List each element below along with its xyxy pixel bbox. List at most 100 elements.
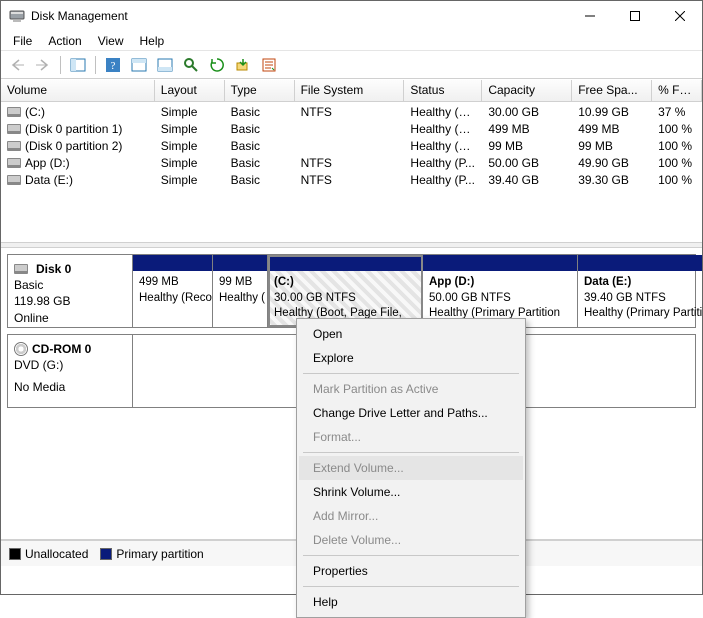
app-icon	[9, 8, 25, 24]
help-button[interactable]: ?	[101, 54, 125, 76]
volume-name: Data (E:)	[25, 173, 73, 187]
col-pctfree[interactable]: % Free	[652, 80, 702, 101]
attach-vhd-button[interactable]	[231, 54, 255, 76]
menu-view[interactable]: View	[90, 32, 132, 50]
disk-row-disk0: Disk 0 Basic 119.98 GB Online 499 MBHeal…	[7, 254, 696, 328]
volume-row[interactable]: (Disk 0 partition 1) Simple Basic Health…	[1, 120, 702, 137]
optical-icon	[14, 342, 28, 356]
volume-row[interactable]: (C:) Simple Basic NTFS Healthy (B... 30.…	[1, 103, 702, 120]
ctx-separator	[303, 452, 519, 453]
media-state: No Media	[14, 379, 126, 395]
partition-stripe	[423, 255, 577, 271]
disk-type: Basic	[14, 277, 126, 293]
show-hide-console-button[interactable]	[66, 54, 90, 76]
ctx-delete-volume[interactable]: Delete Volume...	[299, 528, 523, 552]
ctx-help[interactable]: Help	[299, 590, 523, 614]
settings-top-button[interactable]	[127, 54, 151, 76]
volume-free: 10.99 GB	[572, 105, 652, 119]
volume-name: (Disk 0 partition 2)	[25, 139, 122, 153]
volume-name: (C:)	[25, 105, 45, 119]
partition-stripe	[578, 255, 702, 271]
volume-name: App (D:)	[25, 156, 70, 170]
settings-bottom-button[interactable]	[153, 54, 177, 76]
ctx-explore[interactable]: Explore	[299, 346, 523, 370]
col-layout[interactable]: Layout	[155, 80, 225, 101]
ctx-open[interactable]: Open	[299, 322, 523, 346]
partition-efi[interactable]: 99 MBHealthy (	[213, 255, 268, 327]
partition-stripe	[133, 255, 212, 271]
volume-list: Volume Layout Type File System Status Ca…	[1, 79, 702, 242]
volume-icon	[7, 141, 21, 151]
nav-forward-button[interactable]	[31, 54, 55, 76]
disk-size: 119.98 GB	[14, 293, 126, 309]
volume-layout: Simple	[155, 105, 225, 119]
volume-icon	[7, 175, 21, 185]
menu-bar: File Action View Help	[1, 31, 702, 51]
volume-status: Healthy (B...	[404, 105, 482, 119]
volume-name: (Disk 0 partition 1)	[25, 122, 122, 136]
col-volume[interactable]: Volume	[1, 80, 155, 101]
nav-back-button[interactable]	[5, 54, 29, 76]
volume-type: Basic	[225, 105, 295, 119]
volume-pct: 37 %	[652, 105, 702, 119]
partition-stripe	[268, 255, 422, 271]
col-freespace[interactable]: Free Spa...	[572, 80, 652, 101]
title-bar: Disk Management	[1, 1, 702, 31]
rescan-disks-button[interactable]	[179, 54, 203, 76]
context-menu: Open Explore Mark Partition as Active Ch…	[296, 318, 526, 618]
volume-list-header: Volume Layout Type File System Status Ca…	[1, 80, 702, 102]
col-capacity[interactable]: Capacity	[482, 80, 572, 101]
ctx-separator	[303, 373, 519, 374]
ctx-separator	[303, 586, 519, 587]
col-status[interactable]: Status	[404, 80, 482, 101]
ctx-change-letter[interactable]: Change Drive Letter and Paths...	[299, 401, 523, 425]
col-filesystem[interactable]: File System	[295, 80, 405, 101]
refresh-button[interactable]	[205, 54, 229, 76]
menu-file[interactable]: File	[5, 32, 40, 50]
volume-icon	[7, 124, 21, 134]
partition-e[interactable]: Data (E:)39.40 GB NTFSHealthy (Primary P…	[578, 255, 702, 327]
drive-letter: DVD (G:)	[14, 357, 126, 373]
disk-state: Online	[14, 310, 126, 326]
disk-title: CD-ROM 0	[32, 341, 91, 357]
svg-text:?: ?	[111, 60, 116, 72]
minimize-button[interactable]	[567, 1, 612, 31]
disk-info[interactable]: Disk 0 Basic 119.98 GB Online	[8, 255, 133, 327]
volume-icon	[7, 107, 21, 117]
legend-unallocated: Unallocated	[9, 547, 88, 561]
disk-title: Disk 0	[36, 261, 71, 277]
ctx-separator	[303, 555, 519, 556]
toolbar-separator	[95, 56, 96, 74]
ctx-extend-volume[interactable]: Extend Volume...	[299, 456, 523, 480]
volume-row[interactable]: App (D:) Simple Basic NTFS Healthy (P...…	[1, 154, 702, 171]
swatch-unallocated	[9, 548, 21, 560]
volume-capacity: 30.00 GB	[482, 105, 572, 119]
volume-row[interactable]: (Disk 0 partition 2) Simple Basic Health…	[1, 137, 702, 154]
maximize-button[interactable]	[612, 1, 657, 31]
ctx-properties[interactable]: Properties	[299, 559, 523, 583]
ctx-mark-active[interactable]: Mark Partition as Active	[299, 377, 523, 401]
ctx-shrink-volume[interactable]: Shrink Volume...	[299, 480, 523, 504]
properties-button[interactable]	[257, 54, 281, 76]
toolbar: ?	[1, 51, 702, 79]
col-type[interactable]: Type	[225, 80, 295, 101]
disk-icon	[14, 264, 28, 274]
partition-recovery[interactable]: 499 MBHealthy (Reco	[133, 255, 213, 327]
menu-help[interactable]: Help	[132, 32, 173, 50]
partition-stripe	[213, 255, 267, 271]
volume-fs: NTFS	[295, 105, 405, 119]
volume-row[interactable]: Data (E:) Simple Basic NTFS Healthy (P..…	[1, 171, 702, 188]
disk-info[interactable]: CD-ROM 0 DVD (G:) No Media	[8, 335, 133, 407]
volume-list-body: (C:) Simple Basic NTFS Healthy (B... 30.…	[1, 102, 702, 242]
volume-icon	[7, 158, 21, 168]
ctx-format[interactable]: Format...	[299, 425, 523, 449]
toolbar-separator	[60, 56, 61, 74]
close-button[interactable]	[657, 1, 702, 31]
partition-d[interactable]: App (D:)50.00 GB NTFSHealthy (Primary Pa…	[423, 255, 578, 327]
partition-strip: 499 MBHealthy (Reco 99 MBHealthy ( (C:)3…	[133, 255, 702, 327]
legend-primary: Primary partition	[100, 547, 203, 561]
swatch-primary	[100, 548, 112, 560]
ctx-add-mirror[interactable]: Add Mirror...	[299, 504, 523, 528]
menu-action[interactable]: Action	[40, 32, 89, 50]
partition-c[interactable]: (C:)30.00 GB NTFSHealthy (Boot, Page Fil…	[268, 255, 423, 327]
